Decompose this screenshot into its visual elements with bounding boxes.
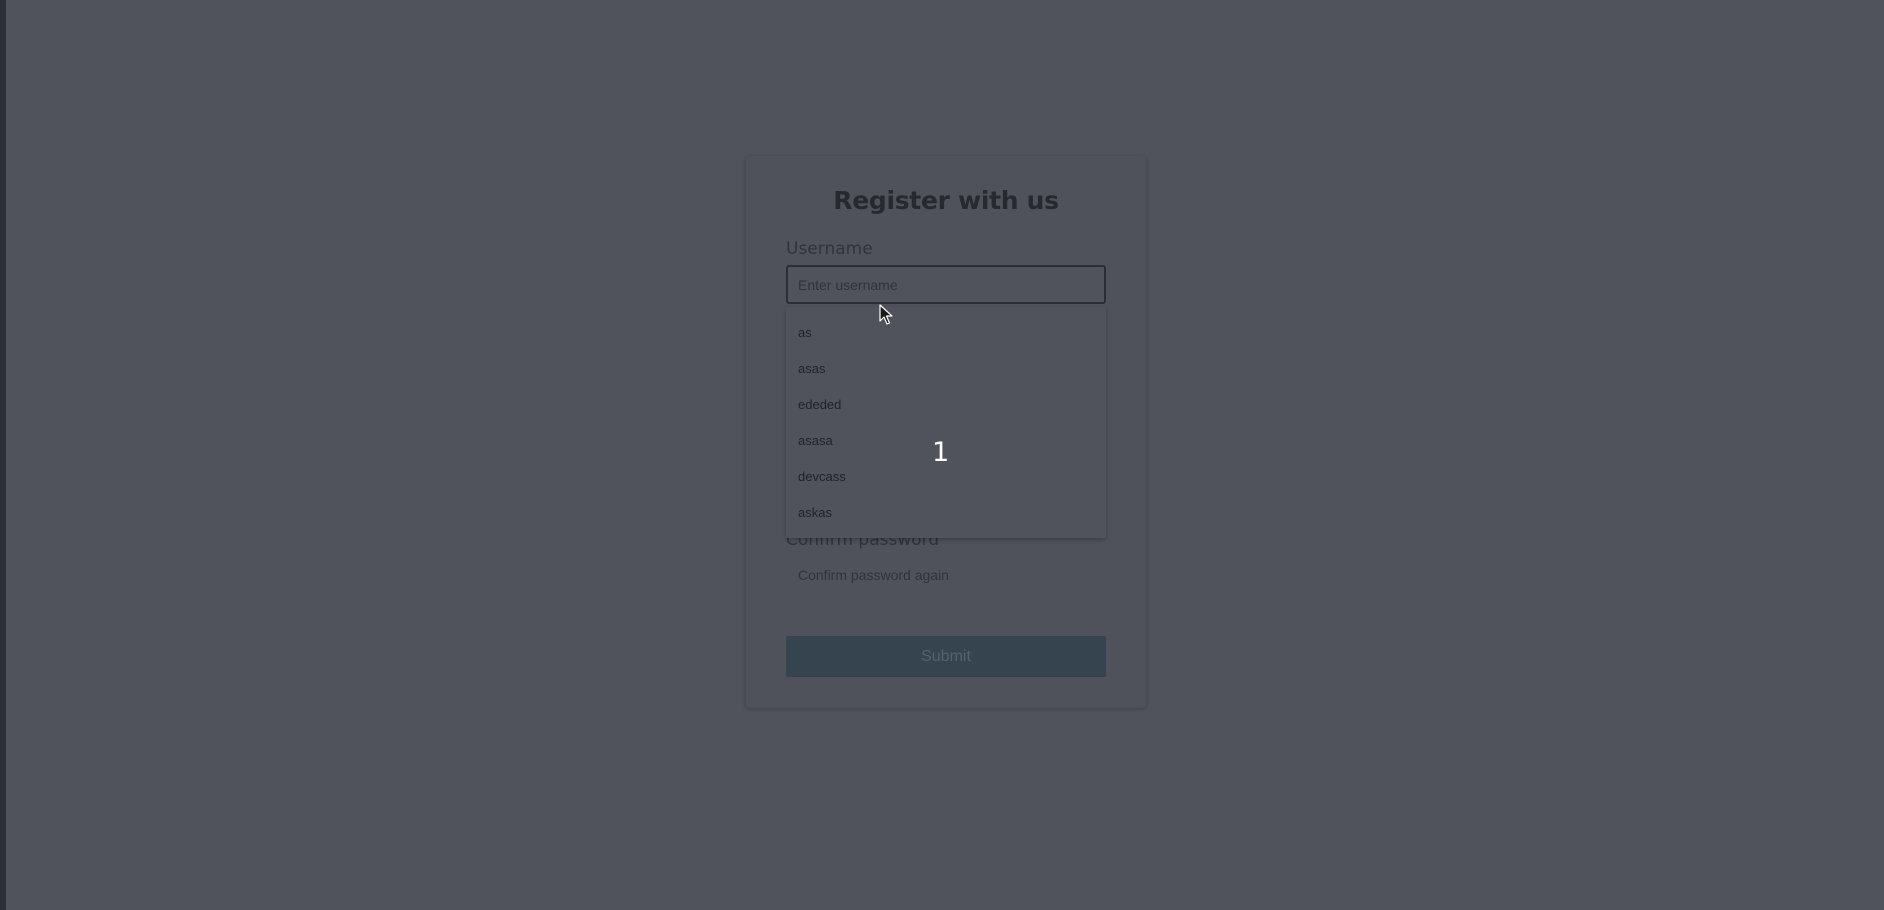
confirm-password-input[interactable] bbox=[786, 556, 1106, 594]
autocomplete-item[interactable]: askas bbox=[786, 495, 1106, 531]
page-title: Register with us bbox=[833, 186, 1059, 215]
autocomplete-item[interactable]: as bbox=[786, 315, 1106, 351]
autocomplete-item[interactable]: asas bbox=[786, 351, 1106, 387]
overlay-badge: 1 bbox=[932, 437, 950, 468]
mouse-pointer-icon bbox=[879, 304, 893, 325]
autocomplete-dropdown: as asas ededed asasa devcass askas bbox=[786, 307, 1106, 538]
username-label: Username bbox=[786, 239, 873, 259]
autocomplete-item[interactable]: ededed bbox=[786, 387, 1106, 423]
submit-button[interactable]: Submit bbox=[786, 636, 1106, 677]
window-edge bbox=[0, 0, 6, 910]
username-input[interactable] bbox=[786, 265, 1106, 304]
